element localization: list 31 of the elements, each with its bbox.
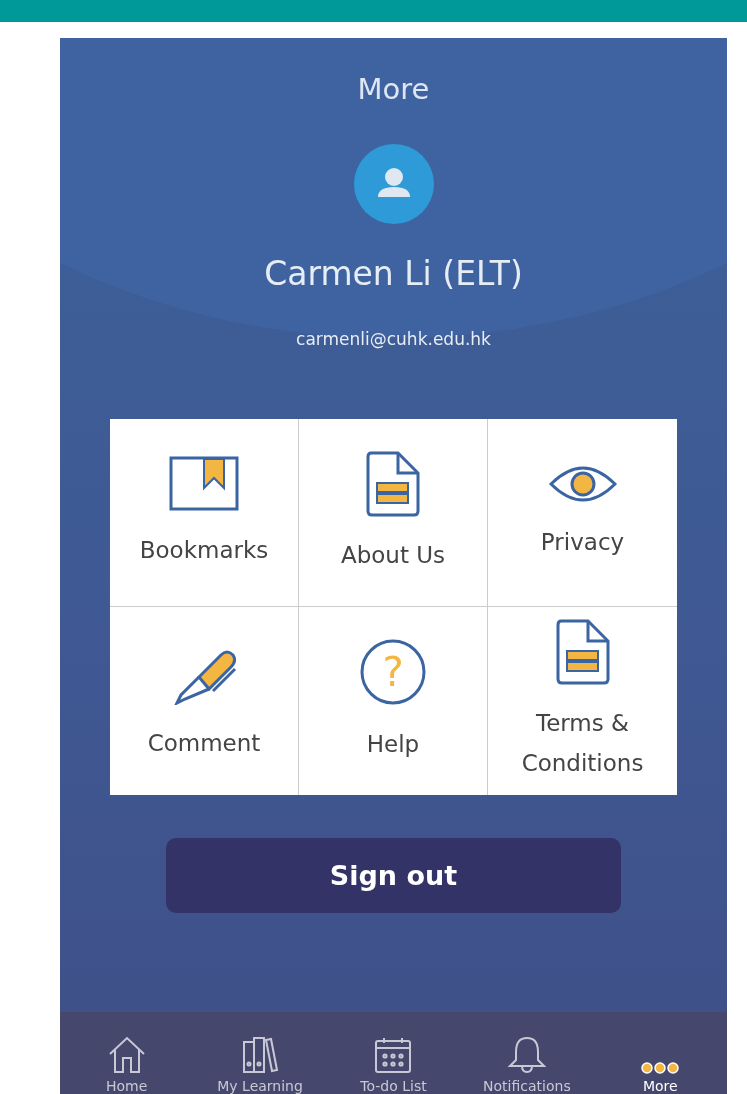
tab-item[interactable]: My Learning (205, 1022, 316, 1094)
bookmark-icon (169, 455, 239, 512)
more-icon (640, 1062, 681, 1074)
menu-label: Terms & Conditions (521, 709, 644, 778)
tab-item[interactable]: Home (71, 1022, 182, 1094)
menu-tile[interactable]: ? Help (299, 607, 488, 795)
menu-tile[interactable]: Comment (110, 607, 299, 795)
menu-label: About Us (340, 540, 446, 570)
tab-item[interactable]: Notifications (471, 1022, 582, 1094)
calendar-icon (373, 1036, 414, 1074)
menu-tile[interactable]: Privacy (488, 419, 677, 607)
menu-label: Privacy (540, 527, 625, 557)
profile-email: carmenli@cuhk.edu.hk (296, 329, 491, 349)
help-icon: ? (359, 638, 427, 706)
menu-tile[interactable]: Terms & Conditions (488, 607, 677, 795)
menu-label: Bookmarks (139, 535, 269, 565)
profile-name: Carmen Li (ELT) (264, 254, 523, 293)
tab-item[interactable]: To-do List (338, 1022, 449, 1094)
menu-tile[interactable]: About Us (299, 419, 488, 607)
menu-label: Help (366, 730, 420, 759)
bell-icon (506, 1036, 547, 1074)
avatar-icon (353, 144, 434, 224)
menu-tile[interactable]: Bookmarks (110, 419, 299, 607)
eye-icon (548, 463, 617, 504)
document-icon (366, 450, 420, 517)
document-icon (555, 619, 610, 685)
screen-title: More (357, 72, 430, 106)
tab-item[interactable]: More (605, 1022, 716, 1094)
menu-label: Comment (147, 729, 261, 758)
books-icon (240, 1036, 281, 1074)
sign-out-button[interactable]: Sign out (166, 838, 621, 913)
